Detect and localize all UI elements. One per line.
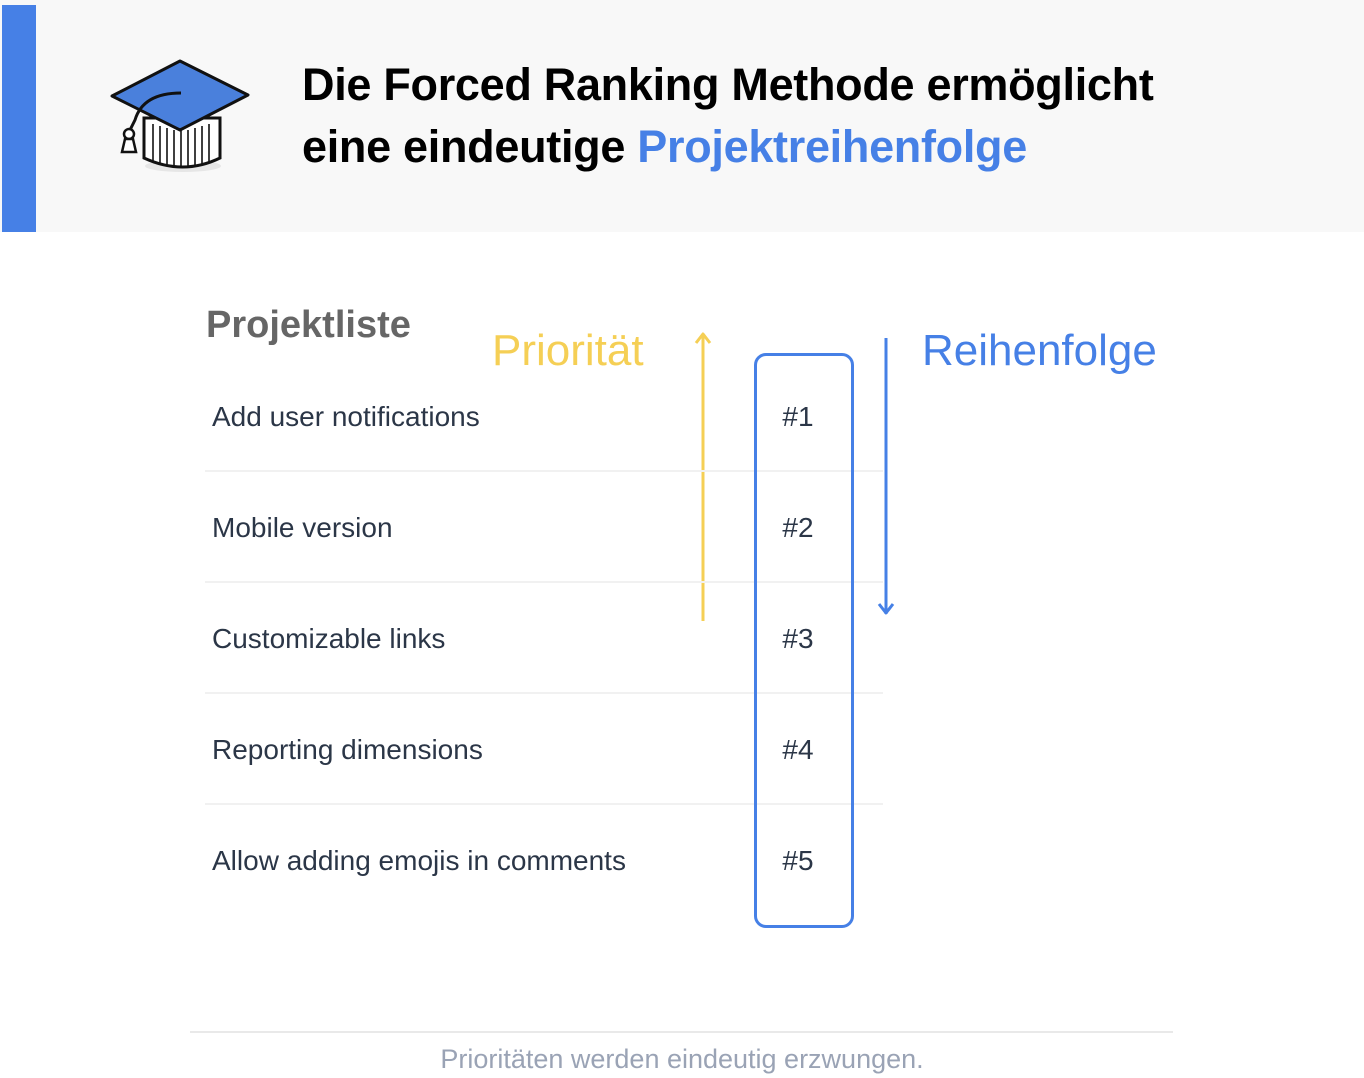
project-name: Add user notifications <box>212 401 480 432</box>
title-line-2-prefix: eine eindeutige <box>302 121 638 172</box>
header-banner: Die Forced Ranking Methode ermöglicht ei… <box>0 0 1364 232</box>
project-list-title: Projektliste <box>206 304 411 346</box>
title-line-1: Die Forced Ranking Methode ermöglicht <box>302 59 1154 110</box>
title-highlight: Projektreihenfolge <box>637 121 1027 172</box>
project-name: Allow adding emojis in comments <box>212 845 626 876</box>
rank-column-highlight <box>754 353 854 928</box>
page-title: Die Forced Ranking Methode ermöglicht ei… <box>302 54 1302 178</box>
project-name: Reporting dimensions <box>212 734 483 765</box>
footer-divider <box>190 1031 1173 1033</box>
graduation-cap-icon <box>110 59 250 172</box>
project-name: Customizable links <box>212 623 446 654</box>
title-line-2: eine eindeutige Projektreihenfolge <box>302 116 1302 178</box>
project-name: Mobile version <box>212 512 393 543</box>
order-label: Reihenfolge <box>922 326 1157 375</box>
accent-bar <box>2 5 36 232</box>
footer-caption: Prioritäten werden eindeutig erzwungen. <box>440 1044 924 1074</box>
